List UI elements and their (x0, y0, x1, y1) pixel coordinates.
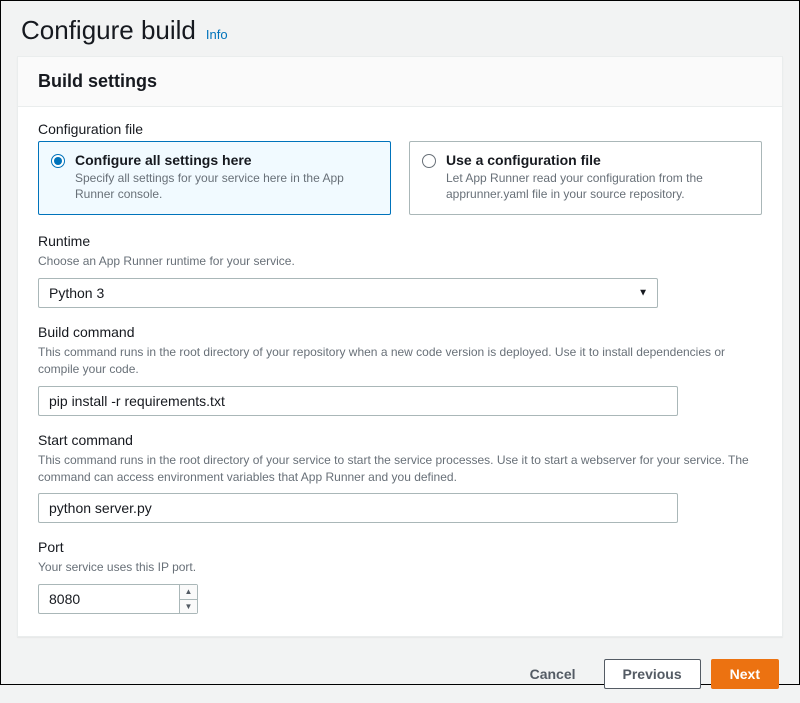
port-input-wrap: ▲ ▼ (38, 584, 198, 614)
build-settings-panel: Build settings Configuration file Config… (17, 56, 783, 637)
runtime-desc: Choose an App Runner runtime for your se… (38, 253, 762, 270)
start-command-desc: This command runs in the root directory … (38, 452, 762, 486)
wizard-footer: Cancel Previous Next (1, 647, 799, 703)
build-command-desc: This command runs in the root directory … (38, 344, 762, 378)
runtime-section: Runtime Choose an App Runner runtime for… (38, 233, 762, 308)
runtime-select[interactable] (38, 278, 658, 308)
port-section: Port Your service uses this IP port. ▲ ▼ (38, 539, 762, 614)
configuration-file-options: Configure all settings here Specify all … (38, 141, 762, 215)
start-command-input[interactable] (38, 493, 678, 523)
build-command-input[interactable] (38, 386, 678, 416)
cancel-button[interactable]: Cancel (512, 660, 594, 688)
stepper-up-icon[interactable]: ▲ (180, 585, 197, 600)
page-title: Configure build (21, 15, 196, 46)
port-desc: Your service uses this IP port. (38, 559, 762, 576)
radio-use-config-file[interactable]: Use a configuration file Let App Runner … (409, 141, 762, 215)
configuration-file-section: Configuration file Configure all setting… (38, 121, 762, 215)
panel-body: Configuration file Configure all setting… (18, 107, 782, 636)
page-header: Configure build Info (1, 1, 799, 56)
radio-desc: Let App Runner read your configuration f… (446, 170, 749, 202)
start-command-section: Start command This command runs in the r… (38, 432, 762, 524)
page-container: Configure build Info Build settings Conf… (0, 0, 800, 685)
radio-icon (51, 154, 65, 168)
start-command-label: Start command (38, 432, 762, 448)
runtime-select-wrap: ▼ (38, 278, 658, 308)
radio-title: Configure all settings here (75, 152, 378, 168)
info-link[interactable]: Info (206, 27, 228, 42)
stepper-down-icon[interactable]: ▼ (180, 600, 197, 614)
port-stepper: ▲ ▼ (179, 585, 197, 613)
port-label: Port (38, 539, 762, 555)
configuration-file-label: Configuration file (38, 121, 762, 137)
port-input[interactable] (38, 584, 198, 614)
radio-title: Use a configuration file (446, 152, 749, 168)
build-command-section: Build command This command runs in the r… (38, 324, 762, 416)
radio-desc: Specify all settings for your service he… (75, 170, 378, 202)
radio-icon (422, 154, 436, 168)
radio-configure-here[interactable]: Configure all settings here Specify all … (38, 141, 391, 215)
build-command-label: Build command (38, 324, 762, 340)
radio-content: Use a configuration file Let App Runner … (446, 152, 749, 202)
panel-title: Build settings (18, 57, 782, 107)
radio-content: Configure all settings here Specify all … (75, 152, 378, 202)
runtime-label: Runtime (38, 233, 762, 249)
